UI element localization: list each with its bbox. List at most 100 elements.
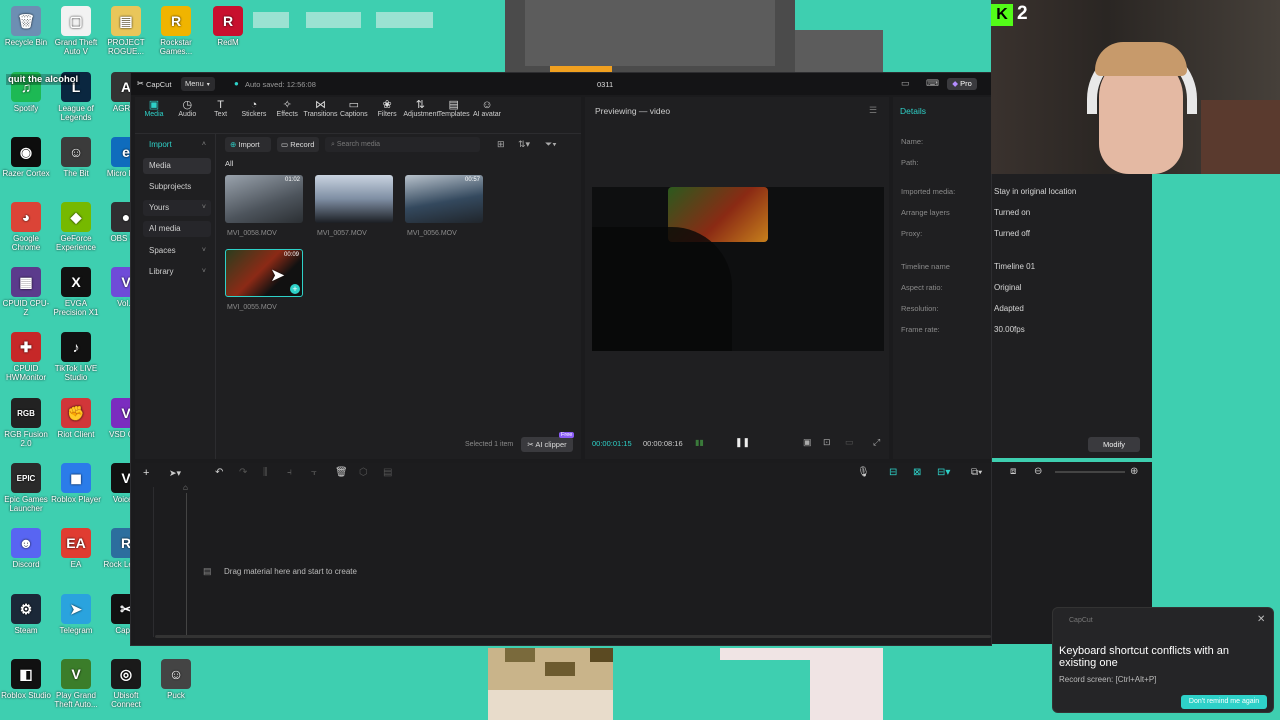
filter-all-tab[interactable]: All <box>225 159 233 168</box>
desktop-icon[interactable]: ✚ CPUID HWMonitor <box>1 332 51 382</box>
desktop-icon[interactable]: ▤ PROJECT ROGUE... <box>101 6 151 56</box>
toolbar-tab-effects[interactable]: ✧ Effects <box>270 99 304 118</box>
ai-clipper-button[interactable]: ✂ AI clipper <box>521 437 573 452</box>
desktop-icon[interactable]: ◉ Razer Cortex <box>1 137 51 178</box>
desktop-icon[interactable]: V Play Grand Theft Auto... <box>51 659 101 709</box>
modify-button[interactable]: Modify <box>1088 437 1140 452</box>
audio-split-icon[interactable]: ⧉▾ <box>971 467 982 478</box>
magnet-icon[interactable]: ⊟ <box>889 467 897 478</box>
desktop-icon[interactable]: ☺ Puck <box>151 659 201 700</box>
view-toggle-icon[interactable]: ⊞ <box>497 139 505 150</box>
chevron-up-icon: ˄ <box>201 141 206 148</box>
timeline-scrollbar[interactable] <box>155 635 991 638</box>
details-panel: Details Name: Path: Imported media: Arrange… <box>893 97 991 459</box>
toolbar-tab-transitions[interactable]: ⋈ Transitions <box>304 99 338 118</box>
desktop-icon[interactable]: EPIC Epic Games Launcher <box>1 463 51 513</box>
split-right-icon[interactable]: ⫟ <box>311 467 317 478</box>
mask-icon[interactable]: ⬡ <box>359 467 368 478</box>
desktop-icon-label: TikTok LIVE Studio <box>54 364 98 382</box>
sidebar-item-import[interactable]: Import ˄ <box>143 137 211 153</box>
preview-menu-icon[interactable]: ☰ <box>869 105 877 116</box>
toolbar-tab-media[interactable]: ▣ Media <box>137 99 171 118</box>
record-button[interactable]: ▭ Record <box>277 137 319 152</box>
search-media-input[interactable]: ⌕ Search media <box>325 137 480 152</box>
desktop-icon[interactable]: R RedM <box>203 6 253 47</box>
close-icon[interactable]: ✕ <box>1257 614 1265 625</box>
fullscreen-icon[interactable]: ⤢ <box>873 437 880 448</box>
safe-area-icon[interactable]: ▣ <box>803 437 812 448</box>
desktop-icon[interactable]: R Rockstar Games... <box>151 6 201 56</box>
preview-axis-icon[interactable]: ⊟▾ <box>937 467 950 478</box>
desktop-icon[interactable]: ▦ CPUID CPU-Z <box>1 267 51 317</box>
redo-icon[interactable]: ↷ <box>239 467 247 478</box>
media-clip-thumbnail[interactable]: 01:02 <box>225 175 303 223</box>
desktop-icon[interactable]: ☺ The Bit <box>51 137 101 178</box>
sort-icon[interactable]: ⇅▾ <box>518 139 530 150</box>
desktop-icon[interactable]: 🗑 Recycle Bin <box>1 6 51 47</box>
toolbar-tab-filters[interactable]: ❀ Filters <box>370 99 404 118</box>
desktop-icon[interactable]: ◆ GeForce Experience <box>51 202 101 252</box>
sidebar-item-yours[interactable]: Yours ˅ <box>143 200 211 216</box>
desktop-icon-label: Ubisoft Connect <box>111 691 141 709</box>
toolbar-tab-adjustment[interactable]: ⇅ Adjustment <box>403 99 438 118</box>
toolbar-tab-stickers[interactable]: ◔ Stickers <box>237 99 271 118</box>
media-clip-thumbnail[interactable] <box>315 175 393 223</box>
linkage-icon[interactable]: ⊠ <box>913 467 921 478</box>
split-icon[interactable]: ⫼ <box>263 467 268 478</box>
toolbar-tab-captions[interactable]: ▭ Captions <box>337 99 371 118</box>
select-tool-icon[interactable]: ➤▾ <box>169 468 181 479</box>
desktop-icon[interactable]: ◼ Roblox Player <box>51 463 101 504</box>
desktop-icon[interactable]: ▢ Grand Theft Auto V <box>51 6 101 56</box>
delete-icon[interactable]: 🗑 <box>335 467 348 478</box>
desktop-icon[interactable]: ⚙ Steam <box>1 594 51 635</box>
toolbar-tab-ai-avatar[interactable]: ☺ AI avatar <box>470 99 504 118</box>
microphone-icon[interactable]: 🎙 <box>857 467 870 478</box>
sidebar-item-spaces[interactable]: Spaces ˅ <box>143 243 211 259</box>
zoom-fit-icon[interactable]: ⊡ <box>823 437 831 448</box>
zoom-out-icon[interactable]: ⊖ <box>1034 466 1042 477</box>
detail-key: Imported media: <box>901 187 956 196</box>
undo-icon[interactable]: ↶ <box>215 467 223 478</box>
sidebar-item-library[interactable]: Library ˅ <box>143 264 211 280</box>
zoom-slider[interactable] <box>1055 471 1125 473</box>
desktop-icon[interactable]: RGB RGB Fusion 2.0 <box>1 398 51 448</box>
project-title[interactable]: 0311 <box>597 80 613 89</box>
desktop-app-icon: V <box>61 659 91 689</box>
toolbar-tab-text[interactable]: T Text <box>204 99 238 118</box>
layout-icon[interactable]: ▭ <box>901 78 910 89</box>
desktop-icon-label: CPUID CPU-Z <box>2 299 50 317</box>
desktop-icon[interactable]: ☻ Discord <box>1 528 51 569</box>
filter-icon[interactable]: ⏷▾ <box>545 139 557 150</box>
media-clip-thumbnail[interactable]: 00:09 + <box>225 249 303 297</box>
playhead-icon[interactable]: ⌂ <box>183 483 188 492</box>
ratio-icon[interactable]: ▭ <box>845 437 854 448</box>
zoom-in-icon[interactable]: ⊕ <box>1130 466 1138 477</box>
split-left-icon[interactable]: ⫞ <box>287 467 292 478</box>
shortcut-icon[interactable]: ⌨ <box>926 78 939 89</box>
media-clip-thumbnail[interactable]: 00:57 <box>405 175 483 223</box>
desktop-icon[interactable]: ➤ Telegram <box>51 594 101 635</box>
desktop-icon[interactable]: EA EA <box>51 528 101 569</box>
desktop-icon[interactable]: ◧ Roblox Studio <box>1 659 51 700</box>
desktop-icon[interactable]: X EVGA Precision X1 <box>51 267 101 317</box>
desktop-icon[interactable]: ◕ Google Chrome <box>1 202 51 252</box>
pro-button[interactable]: ◆ Pro <box>947 78 977 90</box>
add-to-timeline-icon[interactable]: + <box>290 284 300 294</box>
compare-icon[interactable]: ⧈ <box>1010 466 1016 477</box>
dont-remind-button[interactable]: Don't remind me again <box>1181 695 1267 709</box>
desktop-icon[interactable]: ◎ Ubisoft Connect <box>101 659 151 709</box>
modify-label: Modify <box>1102 440 1126 449</box>
toolbar-tab-label: Text <box>214 111 228 118</box>
menu-button[interactable]: Menu ▾ <box>181 77 215 91</box>
toolbar-tab-audio[interactable]: ◷ Audio <box>170 99 204 118</box>
desktop-icon[interactable]: ✊ Riot Client <box>51 398 101 439</box>
pause-button[interactable]: ❚❚ <box>735 437 750 448</box>
import-button[interactable]: ⊕ Import <box>225 137 271 152</box>
add-track-icon[interactable]: + <box>143 467 149 479</box>
mark-icon[interactable]: ▤ <box>383 467 392 478</box>
sidebar-item-subprojects[interactable]: Subprojects <box>143 179 211 195</box>
desktop-icon[interactable]: ♪ TikTok LIVE Studio <box>51 332 101 382</box>
sidebar-item-media[interactable]: Media <box>143 158 211 174</box>
toolbar-tab-templates[interactable]: ▤ Templates <box>437 99 471 118</box>
sidebar-item-ai-media[interactable]: AI media <box>143 221 211 237</box>
